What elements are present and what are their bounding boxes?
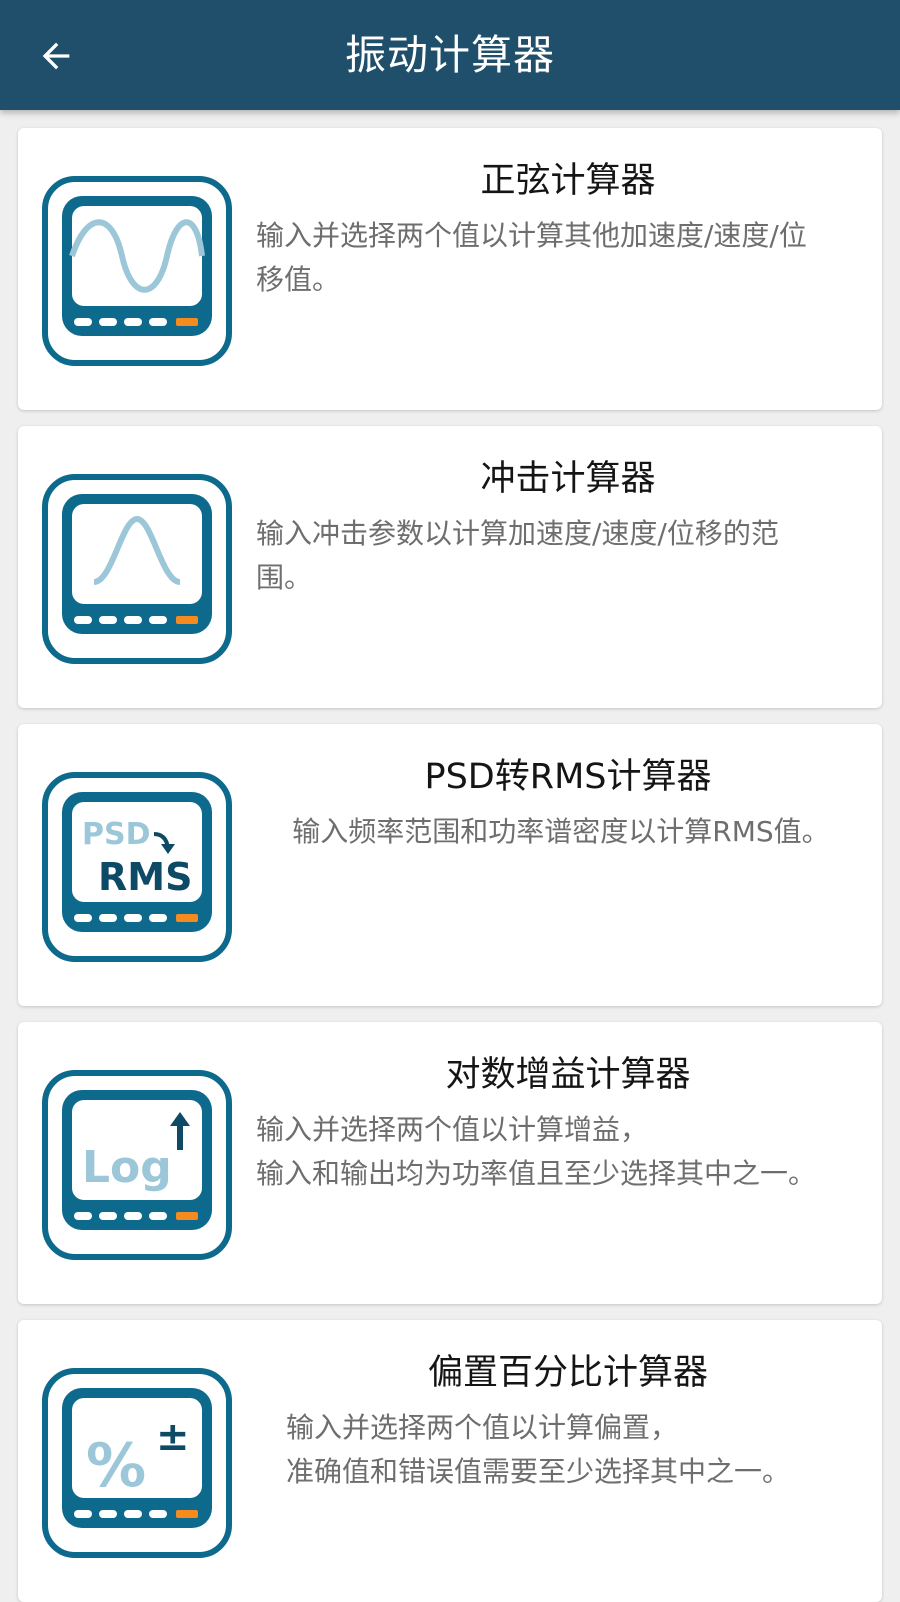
icon-text-rms: RMS (98, 855, 192, 899)
card-title: PSD转RMS计算器 (424, 757, 712, 797)
card-psd-rms-calculator[interactable]: PSD RMS PSD转RMS计算器 输入频率范围和功率谱密度以计算RMS值。 (18, 724, 882, 1006)
card-sine-calculator[interactable]: 正弦计算器 输入并选择两个值以计算其他加速度/速度/位 移值。 (18, 128, 882, 410)
log-gain-icon: Log (42, 1070, 232, 1260)
icon-text-psd: PSD (82, 817, 151, 852)
card-description: 输入并选择两个值以计算偏置， 准确值和错误值需要至少选择其中之一。 (286, 1411, 791, 1488)
shock-pulse-icon (42, 474, 232, 664)
card-log-gain-calculator[interactable]: Log 对数增益计算器 输入并选择两个值以计算增益， 输入和输出均为功率值且至少… (18, 1022, 882, 1304)
card-percent-bias-calculator[interactable]: % ± 偏置百分比计算器 输入并选择两个值以计算偏置， 准确值和错误值需要至少选… (18, 1320, 882, 1602)
card-description: 输入冲击参数以计算加速度/速度/位移的范 围。 (256, 517, 779, 594)
psd-rms-icon: PSD RMS (42, 772, 232, 962)
card-title: 正弦计算器 (480, 161, 656, 201)
card-description: 输入并选择两个值以计算其他加速度/速度/位 移值。 (256, 219, 807, 296)
percent-bias-icon: % ± (42, 1368, 232, 1558)
card-title: 偏置百分比计算器 (427, 1353, 708, 1393)
page-title: 振动计算器 (345, 31, 555, 79)
icon-text-log: Log (82, 1142, 172, 1193)
app-bar: 振动计算器 (0, 0, 900, 110)
card-shock-calculator[interactable]: 冲击计算器 输入冲击参数以计算加速度/速度/位移的范 围。 (18, 426, 882, 708)
card-title: 冲击计算器 (480, 459, 656, 499)
icon-text-plus-minus: ± (156, 1414, 190, 1460)
card-description: 输入频率范围和功率谱密度以计算RMS值。 (292, 815, 830, 848)
card-description: 输入并选择两个值以计算增益， 输入和输出均为功率值且至少选择其中之一。 (256, 1113, 817, 1190)
sine-wave-icon (42, 176, 232, 366)
icon-text-percent: % (86, 1431, 146, 1501)
card-title: 对数增益计算器 (445, 1055, 691, 1095)
